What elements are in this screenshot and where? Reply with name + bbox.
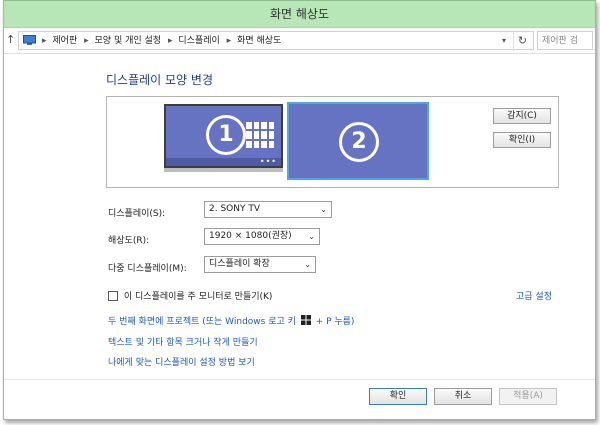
display-select-value: 2. SONY TV [209, 204, 260, 214]
apply-button[interactable]: 적용(A) [499, 388, 557, 405]
breadcrumb-display[interactable]: 디스플레이 [178, 36, 219, 46]
chevron-right-icon: ▸ [42, 36, 47, 46]
window-title: 화면 해상도 [269, 7, 329, 21]
multi-display-select[interactable]: 디스플레이 확장 ⌄ [204, 256, 316, 273]
windows-logo-icon [300, 315, 311, 325]
computer-icon [23, 35, 36, 45]
resolution-select[interactable]: 1920 × 1080(권장) ⌄ [204, 228, 320, 245]
detect-button[interactable]: 감지(C) [493, 108, 551, 124]
chevron-right-icon: ▸ [167, 36, 173, 46]
footer: 확인 취소 적용(A) [4, 379, 595, 417]
ok-button[interactable]: 확인 [369, 388, 427, 405]
text-size-link[interactable]: 텍스트 및 기타 항목 크거나 작게 만들기 [108, 335, 258, 348]
page-title: 디스플레이 모양 변경 [106, 73, 213, 87]
identify-button[interactable]: 확인(I) [493, 132, 551, 148]
taskbar-dots-icon: ••• [259, 157, 277, 166]
advanced-settings-link[interactable]: 고급 설정 [516, 289, 552, 302]
address-field[interactable]: ▸ 제어판 ▸ 모양 및 개인 설정 ▸ 디스플레이 ▸ 화면 해상도 ▾ ↻ [18, 31, 534, 51]
chevron-right-icon: ▸ [84, 36, 89, 46]
main-display-checkbox-label: 이 디스플레이를 주 모니터로 만들기(K) [123, 292, 273, 302]
chevron-down-icon: ⌄ [320, 205, 327, 214]
history-dropdown-icon[interactable]: ▾ [497, 32, 511, 51]
main-display-checkbox-row[interactable]: 이 디스플레이를 주 모니터로 만들기(K) [108, 289, 273, 302]
resolution-label: 해상도(R): [108, 236, 150, 246]
display-help-link[interactable]: 나에게 맞는 디스플레이 설정 방법 보기 [108, 355, 255, 368]
breadcrumb-resolution[interactable]: 화면 해상도 [237, 36, 281, 46]
search-input[interactable]: 제어판 검 [537, 31, 593, 50]
breadcrumb: ▸ 제어판 ▸ 모양 및 개인 설정 ▸ 디스플레이 ▸ 화면 해상도 [41, 32, 284, 51]
monitor-2[interactable]: 2 [287, 102, 429, 180]
chevron-right-icon: ▸ [226, 36, 232, 46]
breadcrumb-control-panel[interactable]: 제어판 [52, 36, 77, 46]
monitor-1-number: 1 [206, 115, 246, 155]
breadcrumb-appearance[interactable]: 모양 및 개인 설정 [95, 36, 162, 46]
project-link-suffix: + P 누름) [315, 317, 355, 327]
chevron-down-icon: ⌄ [304, 260, 311, 269]
project-link[interactable]: 두 번째 화면에 프로젝트 (또는 Windows 로고 키 + P 누름) [108, 314, 354, 327]
main-display-checkbox[interactable] [108, 291, 118, 301]
resolution-select-value: 1920 × 1080(권장) [209, 231, 292, 241]
monitor-arrangement-panel: 1 ••• 2 감지(C) 확인(I) [106, 96, 559, 188]
start-tiles-icon [246, 122, 274, 148]
monitor-1[interactable]: 1 ••• [164, 104, 283, 168]
title-bar: 화면 해상도 [4, 1, 595, 28]
multi-display-label: 다중 디스플레이(M): [108, 264, 187, 274]
cancel-button[interactable]: 취소 [434, 388, 492, 405]
address-bar: ↑ ▸ 제어판 ▸ 모양 및 개인 설정 ▸ 디스플레이 ▸ 화면 해상도 ▾ … [4, 28, 595, 54]
display-select[interactable]: 2. SONY TV ⌄ [204, 201, 332, 218]
project-link-text: 두 번째 화면에 프로젝트 (또는 Windows 로고 키 [108, 317, 296, 327]
multi-display-select-value: 디스플레이 확장 [209, 259, 270, 269]
refresh-icon[interactable]: ↻ [513, 32, 531, 51]
display-label: 디스플레이(S): [108, 209, 166, 219]
chevron-down-icon: ⌄ [308, 232, 315, 241]
monitor-2-number: 2 [339, 122, 379, 162]
window: 화면 해상도 ↑ ▸ 제어판 ▸ 모양 및 개인 설정 ▸ 디스플레이 ▸ 화면… [3, 0, 596, 420]
up-arrow-icon[interactable]: ↑ [6, 33, 18, 47]
